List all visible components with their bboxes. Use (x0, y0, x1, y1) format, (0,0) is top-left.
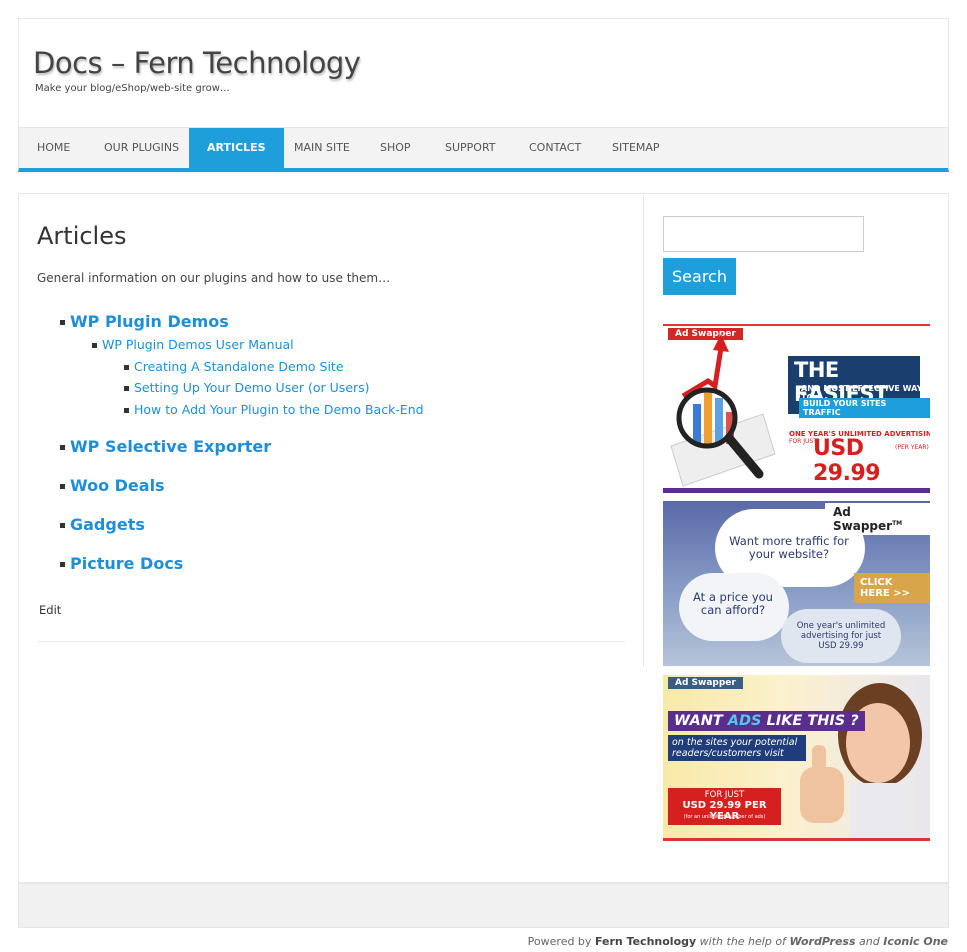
page-intro: General information on our plugins and h… (37, 271, 391, 285)
ad-per-year: (PER YEAR) (895, 444, 929, 451)
list-bullet (124, 386, 129, 391)
ad-for-just: FOR JUST (704, 790, 745, 800)
ad-cloud-text-3: One year's unlimited advertising for jus… (796, 621, 886, 651)
ad-click-here-button[interactable]: CLICK HERE >> (854, 573, 930, 603)
list-bullet (60, 320, 65, 325)
page-title: Articles (37, 222, 127, 250)
site-header: Docs – Fern Technology Make your blog/eS… (18, 18, 949, 128)
footer-theme-link[interactable]: Iconic One (883, 935, 948, 948)
link-picture-docs[interactable]: Picture Docs (70, 554, 183, 573)
ad-banner-want-ads[interactable]: Ad Swapper WANT ADS LIKE THIS ? on the s… (663, 675, 930, 841)
nav-home[interactable]: HOME (37, 128, 70, 169)
list-bullet (124, 408, 129, 413)
ad-cloud-text-2: At a price you can afford? (693, 590, 773, 617)
list-bullet (124, 365, 129, 370)
link-add-plugin-demo-backend[interactable]: How to Add Your Plugin to the Demo Back-… (134, 402, 424, 417)
nav-our-plugins[interactable]: OUR PLUGINS (104, 128, 179, 169)
link-woo-deals[interactable]: Woo Deals (70, 476, 165, 495)
sidebar-divider (643, 195, 644, 667)
link-gadgets[interactable]: Gadgets (70, 515, 145, 534)
main-navigation: HOME OUR PLUGINS ARTICLES MAIN SITE SHOP… (18, 127, 949, 172)
ad-cloud-text-1: Want more traffic for your website? (729, 534, 849, 561)
ad-banner-easiest[interactable]: Ad Swapper THE EASIEST AND MOST EFFECTIV… (663, 324, 930, 493)
link-creating-standalone-demo-site[interactable]: Creating A Standalone Demo Site (134, 359, 344, 374)
nav-main-site[interactable]: MAIN SITE (294, 128, 350, 169)
ad-brand: Ad SwapperTM (825, 503, 930, 535)
ad-sub2: BUILD YOUR SITES TRAFFIC (799, 398, 930, 418)
list-bullet (60, 484, 65, 489)
search-input[interactable] (663, 216, 864, 252)
footer-wordpress-link[interactable]: WordPress (789, 935, 855, 948)
site-title[interactable]: Docs – Fern Technology (33, 46, 361, 80)
list-bullet (60, 562, 65, 567)
nav-articles[interactable]: ARTICLES (189, 128, 284, 169)
list-bullet (60, 445, 65, 450)
footer-band (18, 883, 949, 928)
nav-contact[interactable]: CONTACT (529, 128, 581, 169)
footer-company-link[interactable]: Fern Technology (595, 935, 696, 948)
link-setting-up-demo-user[interactable]: Setting Up Your Demo User (or Users) (134, 380, 370, 395)
list-bullet (60, 523, 65, 528)
link-user-manual[interactable]: WP Plugin Demos User Manual (102, 337, 294, 352)
ad-tag: Ad Swapper (668, 677, 743, 689)
site-description: Make your blog/eShop/web-site grow… (35, 83, 230, 94)
link-wp-plugin-demos[interactable]: WP Plugin Demos (70, 312, 229, 331)
nav-sitemap[interactable]: SITEMAP (612, 128, 660, 169)
content-separator (37, 641, 625, 642)
nav-shop[interactable]: SHOP (380, 128, 411, 169)
list-bullet (92, 343, 97, 348)
ad-headline: WANT ADS LIKE THIS ? (668, 711, 865, 731)
ad-banner-clouds[interactable]: Ad SwapperTM Want more traffic for your … (663, 501, 930, 666)
ad-sub: on the sites your potential readers/cust… (668, 735, 806, 761)
search-button[interactable]: Search (663, 258, 736, 295)
link-wp-selective-exporter[interactable]: WP Selective Exporter (70, 437, 271, 456)
edit-link[interactable]: Edit (39, 603, 61, 617)
ad-fine-print: (for an unlimited number of ads) (683, 814, 766, 820)
footer-credits: Powered by Fern Technology with the help… (527, 935, 948, 948)
nav-support[interactable]: SUPPORT (445, 128, 496, 169)
